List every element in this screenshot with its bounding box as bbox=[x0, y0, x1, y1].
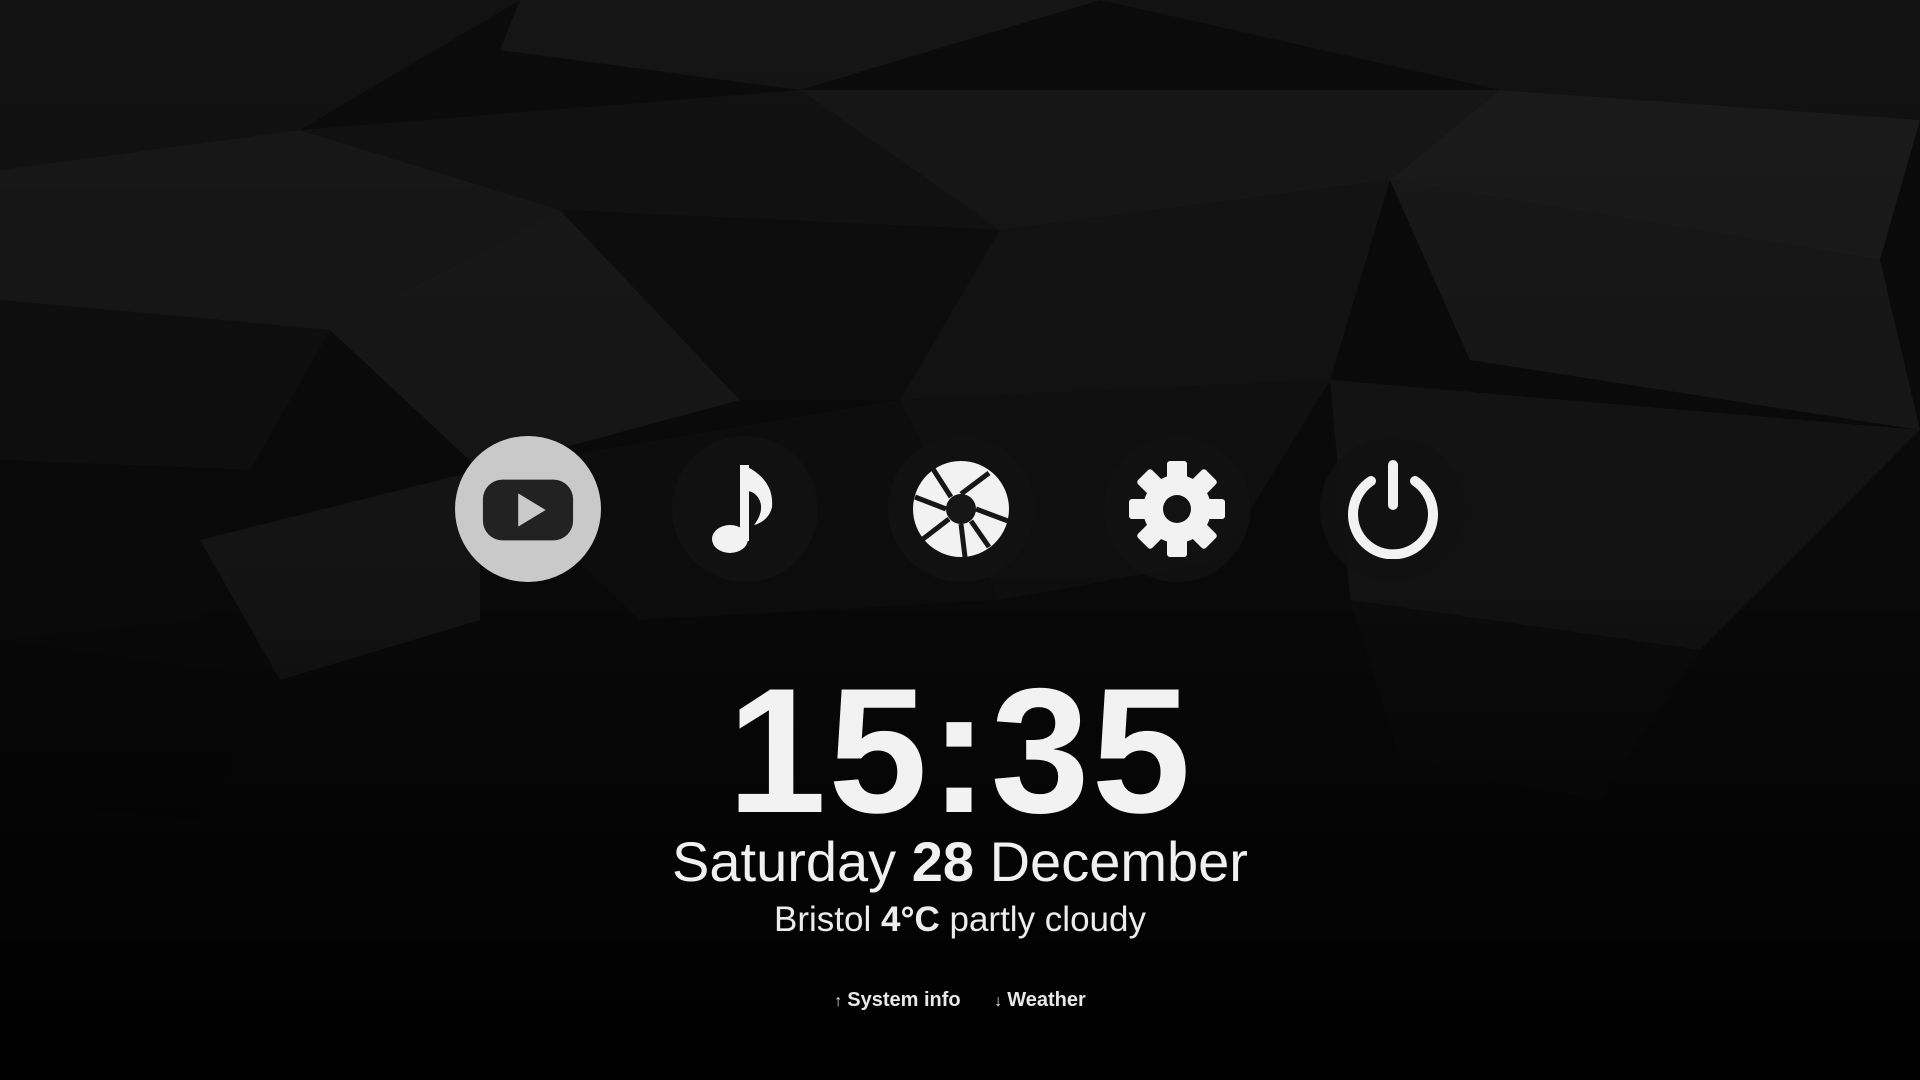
arrow-up-icon: ↑ bbox=[834, 993, 843, 1010]
navigation-hints: ↑ System info ↓ Weather bbox=[0, 990, 1920, 1010]
photos-button[interactable] bbox=[888, 436, 1034, 582]
camera-aperture-icon bbox=[913, 461, 1009, 558]
weather-temperature: 4°C bbox=[881, 900, 940, 939]
power-icon bbox=[1348, 460, 1438, 559]
weather-location: Bristol bbox=[774, 900, 872, 939]
date-display: Saturday 28 December bbox=[0, 834, 1920, 890]
settings-button[interactable] bbox=[1104, 436, 1250, 582]
weather-hint[interactable]: ↓ Weather bbox=[994, 990, 1086, 1010]
system-info-label: System info bbox=[847, 989, 961, 1011]
arrow-down-icon: ↓ bbox=[994, 993, 1003, 1010]
main-menu bbox=[0, 436, 1920, 582]
music-note-icon bbox=[712, 465, 773, 553]
youtube-button[interactable] bbox=[455, 436, 601, 582]
music-button[interactable] bbox=[672, 436, 818, 582]
weather-summary: Bristol 4°C partly cloudy bbox=[0, 902, 1920, 937]
date-day: 28 bbox=[911, 830, 975, 893]
clock-time: 15:35 bbox=[727, 651, 1193, 850]
home-screen: 15:35 Saturday 28 December Bristol 4°C p… bbox=[0, 0, 1920, 1080]
weather-condition: partly cloudy bbox=[949, 900, 1146, 939]
power-button[interactable] bbox=[1320, 436, 1466, 582]
system-info-hint[interactable]: ↑ System info bbox=[834, 990, 960, 1010]
youtube-play-icon bbox=[482, 479, 574, 541]
weather-label: Weather bbox=[1007, 989, 1086, 1011]
gear-icon bbox=[1129, 461, 1225, 557]
date-month: December bbox=[989, 830, 1248, 893]
date-weekday: Saturday bbox=[672, 830, 897, 893]
